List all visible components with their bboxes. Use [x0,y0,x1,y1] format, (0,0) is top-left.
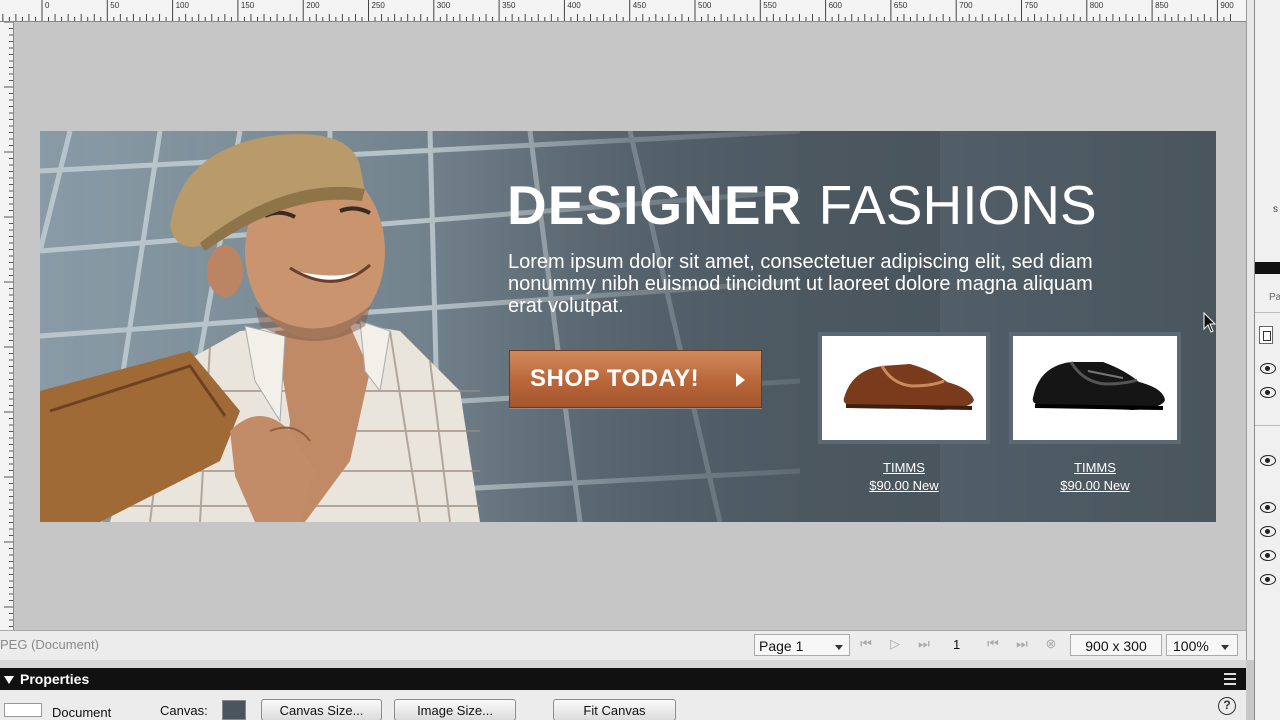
page-number: 1 [953,637,961,652]
eye-icon[interactable] [1260,502,1276,513]
first-page-icon[interactable]: ⏮ [858,636,874,652]
ruler-label: 600 [829,1,843,10]
properties-header[interactable]: Properties [0,668,1246,690]
ruler-label: 300 [437,1,451,10]
canvas-color-label: Canvas: [160,703,208,718]
ruler-label: 850 [1155,1,1169,10]
divider [1255,312,1280,313]
ruler-label: 350 [502,1,516,10]
canvas-size-button[interactable]: Canvas Size... [261,699,382,720]
banner-canvas[interactable]: DESIGNER FASHIONS Lorem ipsum dolor sit … [40,131,1216,522]
panel-header[interactable] [1255,262,1280,274]
play-arrow-icon [736,373,745,387]
eye-icon[interactable] [1260,363,1276,374]
headline-light: FASHIONS [818,174,1097,236]
ruler-label: 500 [698,1,712,10]
divider [1255,425,1280,426]
eye-icon[interactable] [1260,574,1276,585]
right-panel: s Pa [1254,0,1280,720]
panel-gap [0,660,1246,668]
ruler-label: 550 [763,1,777,10]
zoom-select[interactable]: 100% [1166,634,1238,656]
stop-icon[interactable]: ⊗ [1043,636,1059,652]
ruler-label: 450 [633,1,647,10]
right-panel-partial-text: s [1273,204,1278,215]
headline: DESIGNER FASHIONS [507,173,1097,237]
ruler-label: 750 [1025,1,1039,10]
ruler-label: 650 [894,1,908,10]
ruler-label: 250 [372,1,386,10]
shop-today-label: SHOP TODAY! [530,365,700,392]
properties-title[interactable]: Properties [4,671,89,687]
pages-tab[interactable]: Pa [1269,292,1280,303]
previous-page-icon[interactable]: ⏮ [985,636,1001,652]
ruler-label: 900 [1220,1,1234,10]
document-type-label: PEG (Document) [0,637,99,652]
status-bar: PEG (Document) Page 1 ⏮ ▷ ⏭ 1 ⏮ ⏭ ⊗ 900 … [0,630,1246,660]
brown-shoe-icon [843,364,974,410]
eye-icon[interactable] [1260,526,1276,537]
page-select-value: Page 1 [759,638,804,654]
product-card-1[interactable] [818,332,990,444]
product-1-brand[interactable]: TIMMS [818,459,990,477]
help-icon[interactable]: ? [1218,697,1236,715]
eye-icon[interactable] [1260,387,1276,398]
canvas-color-swatch[interactable] [222,700,246,720]
black-shoe-icon [1032,361,1165,410]
ruler-label: 150 [241,1,255,10]
headline-bold: DESIGNER [507,174,803,236]
canvas-dimensions[interactable]: 900 x 300 [1070,634,1162,656]
product-card-2[interactable] [1009,332,1181,444]
fireworks-app: 0 50 100 150 200 250 300 350 400 450 500 550 600 650 7… [0,0,1280,720]
properties-body: Document Canvas: Canvas Size... Image Si… [0,690,1246,720]
image-size-button[interactable]: Image Size... [394,699,516,720]
play-icon[interactable]: ▷ [887,636,903,652]
panel-menu-icon[interactable] [1224,673,1236,685]
shop-today-button[interactable]: SHOP TODAY! [509,350,762,408]
body-copy: Lorem ipsum dolor sit amet, consectetuer… [508,251,1093,317]
product-2-price[interactable]: $90.00 New [1009,477,1181,495]
ruler-label: 800 [1090,1,1104,10]
vertical-scrollbar[interactable] [1246,0,1254,660]
page-select[interactable]: Page 1 [754,634,850,656]
ruler-label: 50 [110,1,119,10]
selection-label: Document [52,705,112,720]
next-frame-icon[interactable]: ⏭ [916,636,932,652]
document-thumbnail [4,703,42,717]
ruler-label: 400 [567,1,581,10]
ruler-ticks: 0 50 100 150 200 250 300 350 400 450 500 550 600 650 7… [2,0,1234,21]
frame-icon[interactable] [1259,326,1273,344]
product-2-brand[interactable]: TIMMS [1009,459,1181,477]
vertical-ruler-ticks [4,22,13,627]
ruler-label: 100 [176,1,190,10]
ruler-label: 200 [306,1,320,10]
ruler-label: 0 [45,1,50,10]
next-page-icon[interactable]: ⏭ [1014,636,1030,652]
vertical-ruler[interactable] [0,22,14,630]
zoom-value: 100% [1173,638,1209,654]
eye-icon[interactable] [1260,550,1276,561]
ruler-label: 700 [959,1,973,10]
mouse-cursor-icon [1203,312,1217,333]
model-photo [40,134,480,522]
horizontal-ruler[interactable]: 0 50 100 150 200 250 300 350 400 450 500 550 600 650 7… [0,0,1246,22]
product-1-price[interactable]: $90.00 New [818,477,990,495]
eye-icon[interactable] [1260,455,1276,466]
fit-canvas-button[interactable]: Fit Canvas [553,699,676,720]
